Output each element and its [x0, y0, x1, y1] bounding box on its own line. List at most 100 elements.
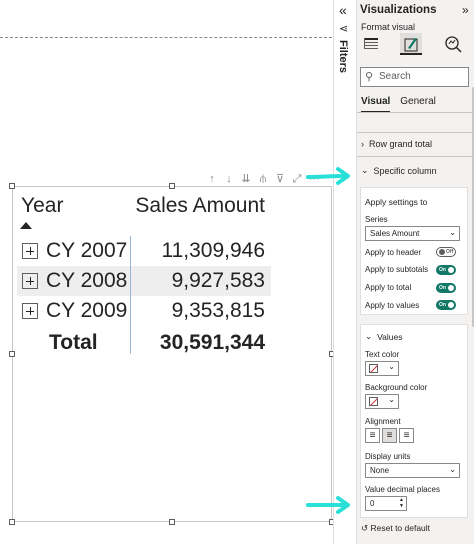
alignment-label: Alignment [365, 417, 401, 426]
drill-down-icon[interactable]: ↓ [222, 172, 236, 186]
background-color-picker[interactable]: ⌄ [365, 394, 399, 409]
display-units-value: None [370, 466, 390, 475]
tab-visual[interactable]: Visual [361, 96, 391, 113]
apply-settings-card: Apply settings to Series Sales Amount ⌄ … [360, 187, 468, 315]
display-units-dropdown[interactable]: None ⌄ [365, 463, 460, 478]
filters-label[interactable]: Filters [337, 40, 349, 73]
column-header-sales[interactable]: Sales Amount [129, 192, 271, 218]
apply-settings-heading: Apply settings to [365, 197, 428, 207]
expand-plus-icon[interactable] [22, 303, 38, 319]
reset-icon: ↺ [361, 523, 369, 533]
build-visual-icon[interactable] [360, 33, 382, 55]
column-divider [130, 236, 131, 354]
reset-to-default-button[interactable]: ↺ Reset to default [361, 523, 430, 534]
filters-pane: « ⋖ Filters [333, 0, 355, 544]
chevron-down-icon: ⌄ [388, 362, 395, 371]
series-dropdown[interactable]: Sales Amount ⌄ [365, 226, 460, 241]
resize-handle[interactable] [169, 519, 175, 525]
apply-to-header-toggle[interactable]: Off [436, 247, 456, 257]
apply-to-subtotals-label: Apply to subtotals [365, 265, 429, 274]
search-input[interactable]: ⚲ Search [360, 67, 469, 87]
chevron-down-icon: ⌄ [449, 465, 456, 474]
section-row-grand-total[interactable]: › Row grand total [361, 139, 432, 149]
resize-handle[interactable] [9, 183, 15, 189]
expand-next-level-icon[interactable]: ⫛ [256, 172, 270, 186]
expand-plus-icon[interactable] [22, 243, 38, 259]
annotation-arrow-icon [306, 496, 350, 514]
sort-ascending-icon [20, 222, 32, 229]
chevron-down-icon: ⌄ [361, 165, 369, 175]
apply-to-values-toggle[interactable]: On [436, 300, 456, 310]
section-label: Specific column [373, 165, 437, 176]
column-header-year[interactable]: Year [17, 192, 129, 229]
table-row: CY 2009 9,353,815 [17, 296, 271, 326]
search-placeholder: Search [379, 71, 411, 82]
expand-plus-icon[interactable] [22, 273, 38, 289]
chevron-down-icon: ⌄ [388, 395, 395, 404]
values-card: ⌄ Values Text color ⌄ Background color ⌄… [360, 324, 468, 518]
decimal-places-label: Value decimal places [365, 485, 441, 494]
visual-header-toolbar: ↑ ↓ ⇊ ⫛ ⊽ ⤢ ··· [205, 172, 321, 186]
divider [357, 156, 474, 157]
reset-label: Reset to default [370, 523, 431, 533]
expand-all-icon[interactable]: ⇊ [239, 172, 253, 186]
focus-mode-icon[interactable]: ⤢ [290, 172, 304, 186]
matrix-header-row: Year Sales Amount [17, 192, 271, 236]
report-canvas: ↑ ↓ ⇊ ⫛ ⊽ ⤢ ··· Year Sales Amount CY 200… [0, 0, 335, 544]
resize-handle[interactable] [169, 183, 175, 189]
analytics-icon[interactable] [442, 33, 464, 55]
no-color-swatch [369, 397, 378, 406]
text-color-picker[interactable]: ⌄ [365, 361, 399, 376]
apply-to-header-label: Apply to header [365, 248, 422, 257]
expand-filters-icon[interactable]: « [339, 2, 347, 18]
annotation-arrow-icon [306, 167, 350, 185]
chevron-down-icon: ⌄ [365, 331, 373, 341]
chevron-right-icon: › [361, 139, 364, 149]
divider [357, 112, 474, 113]
row-year-label: CY 2008 [46, 269, 128, 292]
search-icon: ⚲ [365, 71, 374, 83]
pane-subtitle: Format visual [361, 22, 416, 32]
visualizations-pane: Visualizations » Format visual ⚲ Search … [356, 0, 474, 544]
table-row: CY 2007 11,309,946 [17, 236, 271, 266]
column-header-label: Year [21, 194, 64, 217]
row-sales-value: 11,309,946 [161, 239, 265, 262]
align-center-icon[interactable]: ≡ [382, 428, 397, 443]
table-row: CY 2008 9,927,583 [17, 266, 271, 296]
spinner-arrows-icon[interactable]: ▲ ▼ [399, 497, 404, 509]
section-specific-column[interactable]: ⌄ Specific column [361, 165, 437, 176]
canvas-boundary-line [0, 37, 332, 38]
series-value: Sales Amount [370, 229, 420, 238]
chevron-down-icon: ⌄ [449, 228, 456, 237]
section-label: Row grand total [369, 139, 433, 149]
total-label: Total [49, 331, 98, 354]
row-year-label: CY 2007 [46, 239, 128, 262]
total-value: 30,591,344 [159, 331, 265, 354]
apply-to-total-label: Apply to total [365, 283, 412, 292]
no-color-swatch [369, 364, 378, 373]
text-color-label: Text color [365, 350, 400, 359]
filter-icon[interactable]: ⊽ [273, 172, 287, 186]
tab-general[interactable]: General [400, 96, 436, 113]
align-right-icon[interactable]: ≡ [399, 428, 414, 443]
align-left-icon[interactable]: ≡ [365, 428, 380, 443]
filter-pane-icon: ⋖ [339, 23, 349, 35]
matrix-table: Year Sales Amount CY 2007 11,309,946 CY … [17, 192, 271, 360]
drill-up-icon[interactable]: ↑ [205, 172, 219, 186]
format-visual-icon[interactable] [400, 33, 422, 55]
values-section-header[interactable]: ⌄ Values [365, 331, 402, 342]
row-sales-value: 9,353,815 [171, 299, 265, 322]
resize-handle[interactable] [9, 351, 15, 357]
row-sales-value: 9,927,583 [171, 269, 265, 292]
collapse-pane-icon[interactable]: » [462, 3, 469, 17]
resize-handle[interactable] [9, 519, 15, 525]
format-tabs: Visual General [361, 96, 436, 113]
decimal-places-value: 0 [370, 499, 375, 508]
apply-to-total-toggle[interactable]: On [436, 283, 456, 293]
pane-title: Visualizations [360, 4, 437, 16]
section-label: Values [377, 331, 403, 342]
apply-to-subtotals-toggle[interactable]: On [436, 265, 456, 275]
total-row: Total 30,591,344 [17, 326, 271, 360]
display-units-label: Display units [365, 452, 411, 461]
decimal-places-input[interactable]: 0 ▲ ▼ [365, 496, 407, 511]
